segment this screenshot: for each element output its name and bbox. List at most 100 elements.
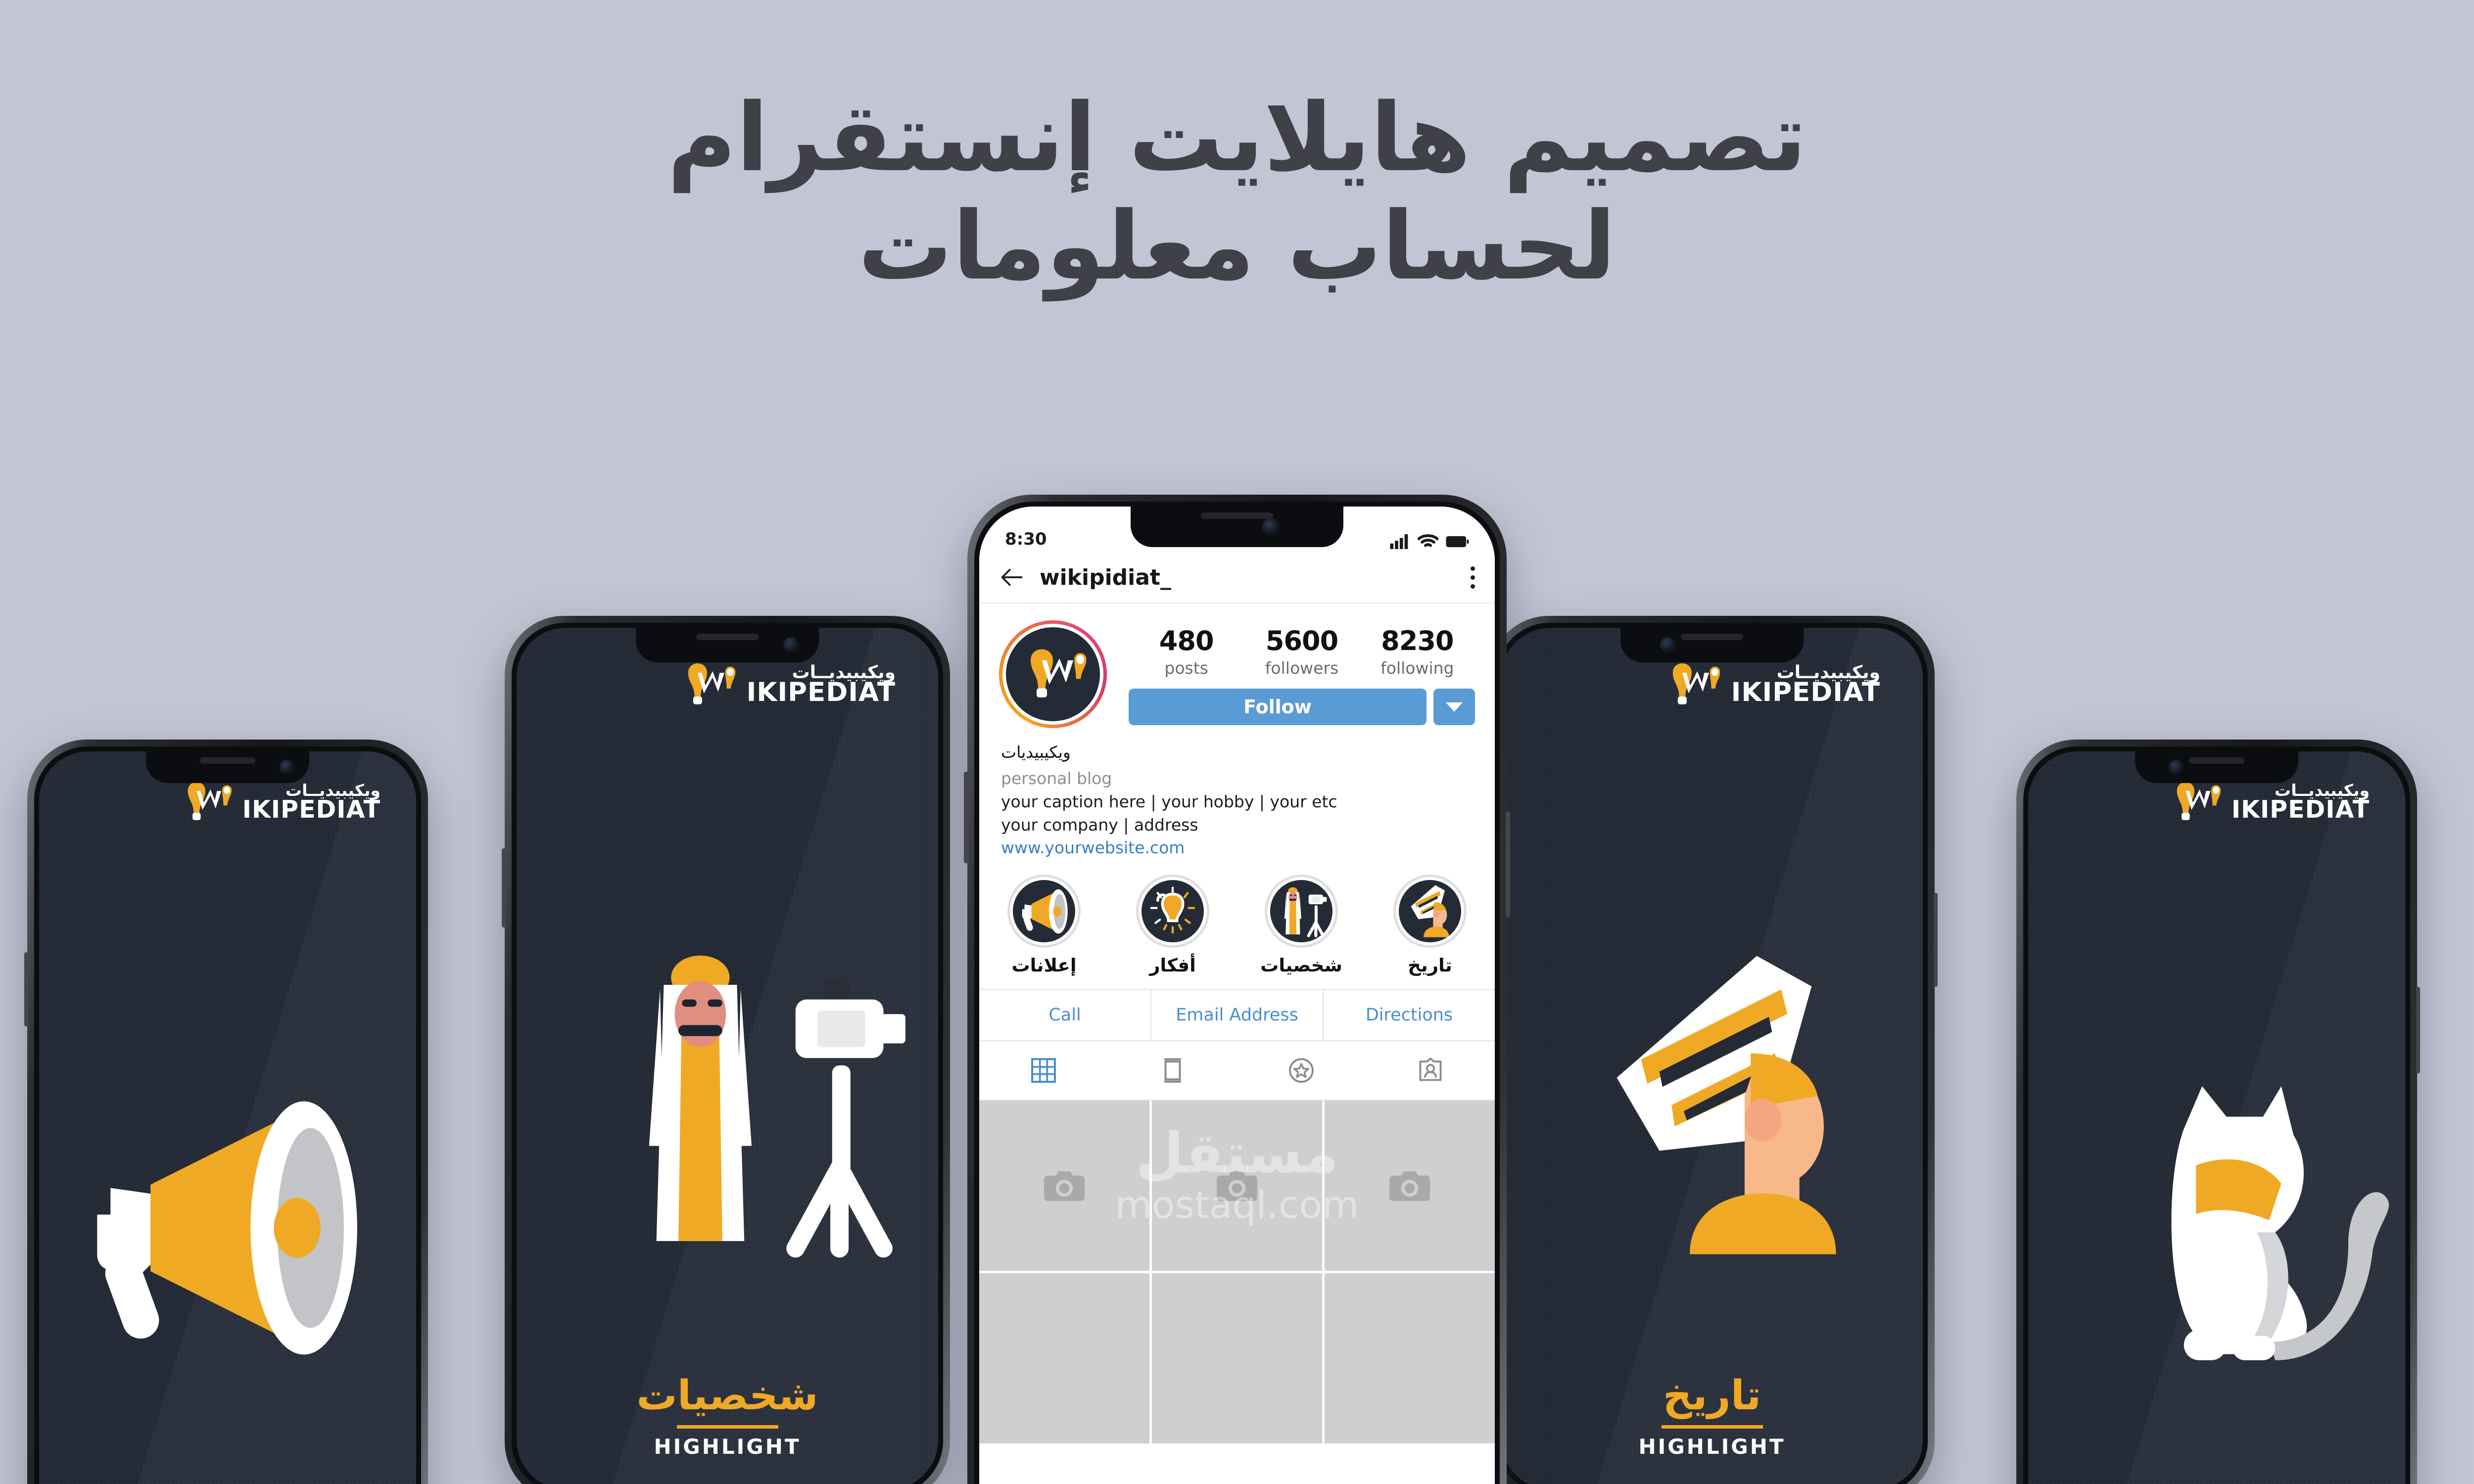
- bio-line-2: your company | address: [1001, 815, 1198, 835]
- highlight-label: شخصيات: [1260, 955, 1342, 976]
- phone-notch: [2135, 751, 2298, 783]
- highlight-personalities[interactable]: شخصيات: [1254, 875, 1348, 976]
- camera-icon: [1217, 1171, 1257, 1202]
- volume-button[interactable]: [24, 952, 28, 1026]
- call-button[interactable]: Call: [979, 990, 1150, 1040]
- caption-latin: HIGHLIGHT: [654, 1435, 801, 1459]
- avatar[interactable]: [1006, 627, 1100, 721]
- caption-divider: [676, 1425, 778, 1429]
- phone-caption-history: تاريخ HIGHLIGHT: [1501, 1372, 1923, 1459]
- nefertiti-icon: [1411, 885, 1449, 937]
- volume-button[interactable]: [502, 848, 506, 928]
- photo-grid: مستقل mostaql.com: [979, 1101, 1495, 1444]
- headline-line-2: لحساب معلومات: [858, 191, 1617, 301]
- megaphone-illustration: [97, 1101, 357, 1355]
- page-headline: تصميم هايلايت إنستقرام لحساب معلومات: [0, 84, 2474, 300]
- volume-button[interactable]: [964, 772, 968, 863]
- highlight-ideas[interactable]: أفكار: [1126, 875, 1220, 976]
- tab-grid[interactable]: [979, 1056, 1108, 1085]
- email-address-button[interactable]: Email Address: [1150, 990, 1323, 1041]
- caption-arabic: شخصيات: [636, 1372, 818, 1419]
- app-nav-bar: wikipidiat_: [979, 552, 1495, 603]
- grid-cell[interactable]: [979, 1273, 1149, 1444]
- phone-notch: [1620, 628, 1804, 662]
- status-time: 8:30: [1005, 529, 1047, 549]
- front-camera-icon: [1262, 518, 1280, 536]
- power-button[interactable]: [1934, 893, 1938, 987]
- directions-button[interactable]: Directions: [1323, 990, 1495, 1041]
- man-with-camera-illustration: [569, 905, 935, 1296]
- follow-button[interactable]: Follow: [1129, 689, 1427, 725]
- lightbulb-icon: [1146, 884, 1199, 938]
- phone-personalities: ويكيبيديــات IKIPEDIAT شخصيات HIGHLIGHT: [502, 616, 950, 1484]
- stat-following[interactable]: 8230 following: [1360, 625, 1475, 678]
- brand-logo-cat: ويكيبيديــات IKIPEDIAT: [2165, 782, 2370, 822]
- caption-latin: HIGHLIGHT: [1638, 1435, 1786, 1459]
- arrow-left-icon[interactable]: [999, 564, 1025, 590]
- signal-icon: [1390, 534, 1408, 549]
- reels-icon: [1164, 1058, 1181, 1083]
- lightbulb-w-logo-icon: [188, 782, 232, 820]
- wikipediat-avatar-icon: [1031, 649, 1087, 697]
- brand-latin: IKIPEDIAT: [746, 677, 896, 708]
- grid-cell[interactable]: [1325, 1101, 1495, 1271]
- stat-following-label: following: [1380, 658, 1454, 678]
- grid-cell[interactable]: [979, 1101, 1149, 1271]
- stat-posts[interactable]: 480 posts: [1129, 625, 1244, 678]
- lightbulb-w-logo-icon: [2177, 782, 2221, 820]
- egyptian-cat-illustration: [2171, 1086, 2389, 1360]
- camera-icon: [1044, 1171, 1085, 1202]
- bio-website-link[interactable]: www.yourwebsite.com: [1001, 836, 1473, 860]
- power-button[interactable]: [2416, 987, 2420, 1073]
- earpiece-speaker: [1681, 634, 1743, 640]
- power-button[interactable]: [1506, 811, 1510, 918]
- front-camera-icon: [280, 760, 294, 775]
- highlight-label: أفكار: [1149, 955, 1196, 976]
- front-camera-icon: [2169, 760, 2184, 775]
- nefertiti-illustration: [1617, 956, 1836, 1254]
- man-with-camera-icon: [1271, 881, 1332, 941]
- earpiece-speaker: [199, 757, 256, 764]
- phone-notch: [636, 628, 819, 662]
- stat-posts-label: posts: [1164, 658, 1208, 678]
- grid-cell[interactable]: [1152, 1101, 1322, 1271]
- stat-posts-value: 480: [1159, 625, 1214, 656]
- highlight-history[interactable]: تاريخ: [1383, 875, 1477, 976]
- phone-instagram-profile: 8:30 wikipidiat_ 480 posts 5600 follower…: [964, 495, 1510, 1484]
- phone-caption-personalities: شخصيات HIGHLIGHT: [517, 1372, 938, 1459]
- story-highlights: إعلانات أفكار شخصيات تاريخ: [979, 860, 1495, 976]
- wifi-icon: [1418, 534, 1438, 547]
- grid-icon: [1031, 1058, 1056, 1083]
- earpiece-speaker: [2189, 757, 2245, 764]
- lightbulb-w-logo-icon: [1672, 663, 1720, 704]
- phone-left: ويكيبيديــات IKIPEDIAT: [24, 740, 428, 1484]
- earpiece-speaker: [696, 634, 759, 640]
- phone-cat: ويكيبيديــات IKIPEDIAT: [2016, 740, 2420, 1484]
- highlight-ads[interactable]: إعلانات: [997, 875, 1091, 976]
- tab-highlights[interactable]: [1237, 1056, 1366, 1085]
- tagged-person-icon: [1419, 1058, 1442, 1081]
- grid-cell[interactable]: [1325, 1273, 1495, 1444]
- stat-followers[interactable]: 5600 followers: [1244, 625, 1359, 678]
- battery-icon: [1446, 536, 1469, 548]
- headline-line-1: تصميم هايلايت إنستقرام: [667, 83, 1808, 192]
- phone-notch: [146, 751, 309, 783]
- tab-reels[interactable]: [1108, 1056, 1237, 1085]
- kebab-menu-icon[interactable]: [1470, 566, 1475, 589]
- profile-tabs: [979, 1041, 1495, 1101]
- tab-tagged[interactable]: [1366, 1056, 1495, 1085]
- profile-stats: 480 posts 5600 followers 8230 following: [1129, 625, 1475, 678]
- chevron-down-icon[interactable]: [1433, 689, 1475, 725]
- business-cta-row: Call Email Address Directions: [979, 989, 1495, 1042]
- megaphone-icon: [1022, 889, 1068, 934]
- stat-followers-label: followers: [1265, 658, 1339, 678]
- avatar-story-ring[interactable]: [999, 620, 1107, 728]
- phone-history: ويكيبيديــات IKIPEDIAT تاريخ HIGHLIGHT: [1489, 616, 1938, 1484]
- stat-following-value: 8230: [1381, 625, 1454, 656]
- highlight-label: إعلانات: [1011, 955, 1077, 976]
- brand-logo-personalities: ويكيبيديــات IKIPEDIAT: [675, 663, 896, 706]
- grid-cell[interactable]: [1152, 1273, 1322, 1444]
- caption-arabic: تاريخ: [1663, 1372, 1761, 1419]
- brand-logo-left: ويكيبيديــات IKIPEDIAT: [176, 782, 381, 822]
- brand-latin: IKIPEDIAT: [1731, 677, 1880, 708]
